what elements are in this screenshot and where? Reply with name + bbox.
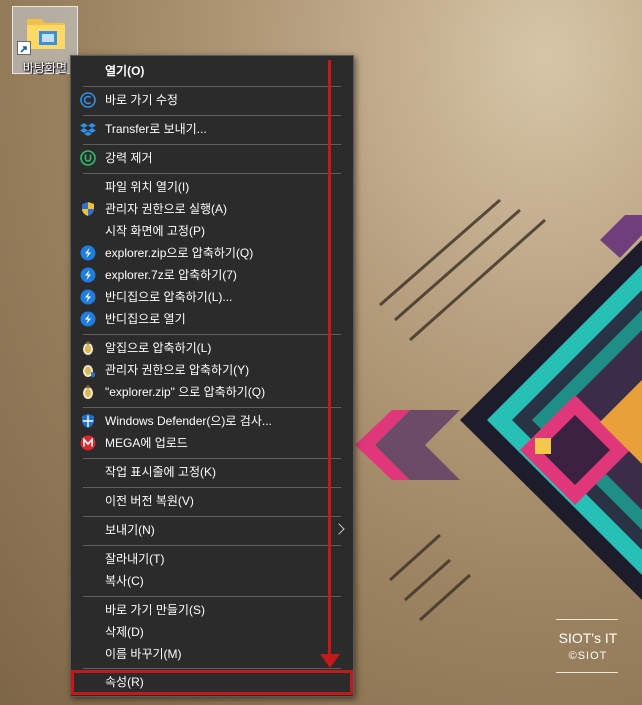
annotation-arrow-line <box>328 60 331 658</box>
menu-separator <box>83 86 341 87</box>
menu-separator <box>83 144 341 145</box>
alzip-icon <box>83 385 93 399</box>
desktop-icon-label: 바탕화면 <box>22 61 68 75</box>
menu-item-label: 관리자 권한으로 압축하기(Y) <box>105 363 250 377</box>
folder-icon <box>27 19 65 49</box>
menu-separator <box>83 545 341 546</box>
menu-item-rename[interactable]: 이름 바꾸기(M) <box>71 643 353 665</box>
menu-item-defender-scan[interactable]: Windows Defender(으)로 검사... <box>71 410 353 432</box>
menu-item-label: 잘라내기(T) <box>105 552 165 566</box>
menu-separator <box>83 173 341 174</box>
defender-icon <box>82 414 94 428</box>
menu-item-cut[interactable]: 잘라내기(T) <box>71 548 353 570</box>
menu-item-compress-7z[interactable]: explorer.7z로 압축하기(7) <box>71 264 353 286</box>
menu-item-label: 파일 위치 열기(I) <box>105 180 190 194</box>
menu-item-label: 바로 가기 수정 <box>105 93 178 107</box>
mega-icon <box>80 435 96 451</box>
menu-item-alzip-compress[interactable]: 알집으로 압축하기(L) <box>71 337 353 359</box>
watermark-divider <box>556 619 618 620</box>
menu-separator <box>83 407 341 408</box>
bandizip-icon <box>80 311 96 327</box>
menu-item-mega-upload[interactable]: MEGA에 업로드 <box>71 432 353 454</box>
watermark-subtitle: ©SIOT <box>568 650 608 662</box>
menu-item-label: Windows Defender(으)로 검사... <box>105 414 272 428</box>
menu-item-open[interactable]: 열기(O) <box>71 60 353 82</box>
shortcut-arrow-icon <box>17 41 31 55</box>
menu-item-label: 작업 표시줄에 고정(K) <box>105 465 216 479</box>
chevron-right-icon <box>333 523 345 535</box>
annotation-arrow-head-icon <box>320 654 340 668</box>
menu-separator <box>83 458 341 459</box>
menu-item-label: 이전 버전 복원(V) <box>105 494 194 508</box>
menu-item-copy[interactable]: 복사(C) <box>71 570 353 592</box>
menu-separator <box>83 334 341 335</box>
menu-item-send-transfer[interactable]: Transfer로 보내기... <box>71 118 353 140</box>
menu-item-label: 알집으로 압축하기(L) <box>105 341 212 355</box>
menu-item-compress-zip[interactable]: explorer.zip으로 압축하기(Q) <box>71 242 353 264</box>
menu-item-delete[interactable]: 삭제(D) <box>71 621 353 643</box>
desktop-shortcut-icon[interactable]: 바탕화면 <box>12 6 78 75</box>
menu-item-restore-previous[interactable]: 이전 버전 복원(V) <box>71 490 353 512</box>
menu-item-alzip-zip[interactable]: "explorer.zip" 으로 압축하기(Q) <box>71 381 353 403</box>
menu-item-run-as-admin[interactable]: 관리자 권한으로 실행(A) <box>71 198 353 220</box>
menu-item-label: 시작 화면에 고정(P) <box>105 224 205 238</box>
bandizip-icon <box>80 245 96 261</box>
watermark-title: SIOT's IT <box>558 630 618 646</box>
menu-item-label: 강력 제거 <box>105 151 153 165</box>
menu-item-label: 관리자 권한으로 실행(A) <box>105 202 228 216</box>
uninstall-icon <box>80 150 96 166</box>
menu-item-bandizip-open[interactable]: 반디집으로 열기 <box>71 308 353 330</box>
menu-item-label: 반디집으로 압축하기(L)... <box>105 290 233 304</box>
menu-item-label: MEGA에 업로드 <box>105 436 188 450</box>
menu-item-label: 삭제(D) <box>105 625 144 639</box>
dropbox-icon <box>80 123 96 136</box>
menu-separator <box>83 487 341 488</box>
menu-separator <box>83 668 341 669</box>
menu-item-label: 열기(O) <box>105 64 145 78</box>
menu-item-label: "explorer.zip" 으로 압축하기(Q) <box>105 385 266 399</box>
menu-item-label: explorer.7z로 압축하기(7) <box>105 268 237 282</box>
menu-item-force-uninstall[interactable]: 강력 제거 <box>71 147 353 169</box>
menu-item-pin-start[interactable]: 시작 화면에 고정(P) <box>71 220 353 242</box>
menu-item-label: 이름 바꾸기(M) <box>105 647 182 661</box>
menu-item-label: 바로 가기 만들기(S) <box>105 603 205 617</box>
menu-item-create-shortcut[interactable]: 바로 가기 만들기(S) <box>71 599 353 621</box>
alzip-icon <box>83 341 93 355</box>
menu-item-label: 복사(C) <box>105 574 144 588</box>
alzip-icon <box>83 365 95 378</box>
bandizip-icon <box>80 267 96 283</box>
shield-uac-icon <box>82 202 94 216</box>
annotation-highlight-box <box>71 670 353 695</box>
menu-item-label: Transfer로 보내기... <box>105 122 207 136</box>
menu-item-send-to[interactable]: 보내기(N) <box>71 519 353 541</box>
ccleaner-icon <box>80 92 96 108</box>
menu-item-open-file-location[interactable]: 파일 위치 열기(I) <box>71 176 353 198</box>
menu-item-label: explorer.zip으로 압축하기(Q) <box>105 246 254 260</box>
menu-separator <box>83 115 341 116</box>
menu-item-label: 반디집으로 열기 <box>105 312 186 326</box>
menu-item-edit-shortcut[interactable]: 바로 가기 수정 <box>71 89 353 111</box>
context-menu: 열기(O) 바로 가기 수정 Transfer로 보내기... 강력 제거 파일… <box>70 55 354 697</box>
menu-item-bandizip-compress[interactable]: 반디집으로 압축하기(L)... <box>71 286 353 308</box>
watermark-divider <box>556 672 618 673</box>
watermark: SIOT's IT ©SIOT <box>556 630 620 662</box>
menu-item-label: 보내기(N) <box>105 523 155 537</box>
menu-item-pin-taskbar[interactable]: 작업 표시줄에 고정(K) <box>71 461 353 483</box>
bandizip-icon <box>80 289 96 305</box>
menu-item-alzip-admin[interactable]: 관리자 권한으로 압축하기(Y) <box>71 359 353 381</box>
menu-separator <box>83 516 341 517</box>
menu-separator <box>83 596 341 597</box>
